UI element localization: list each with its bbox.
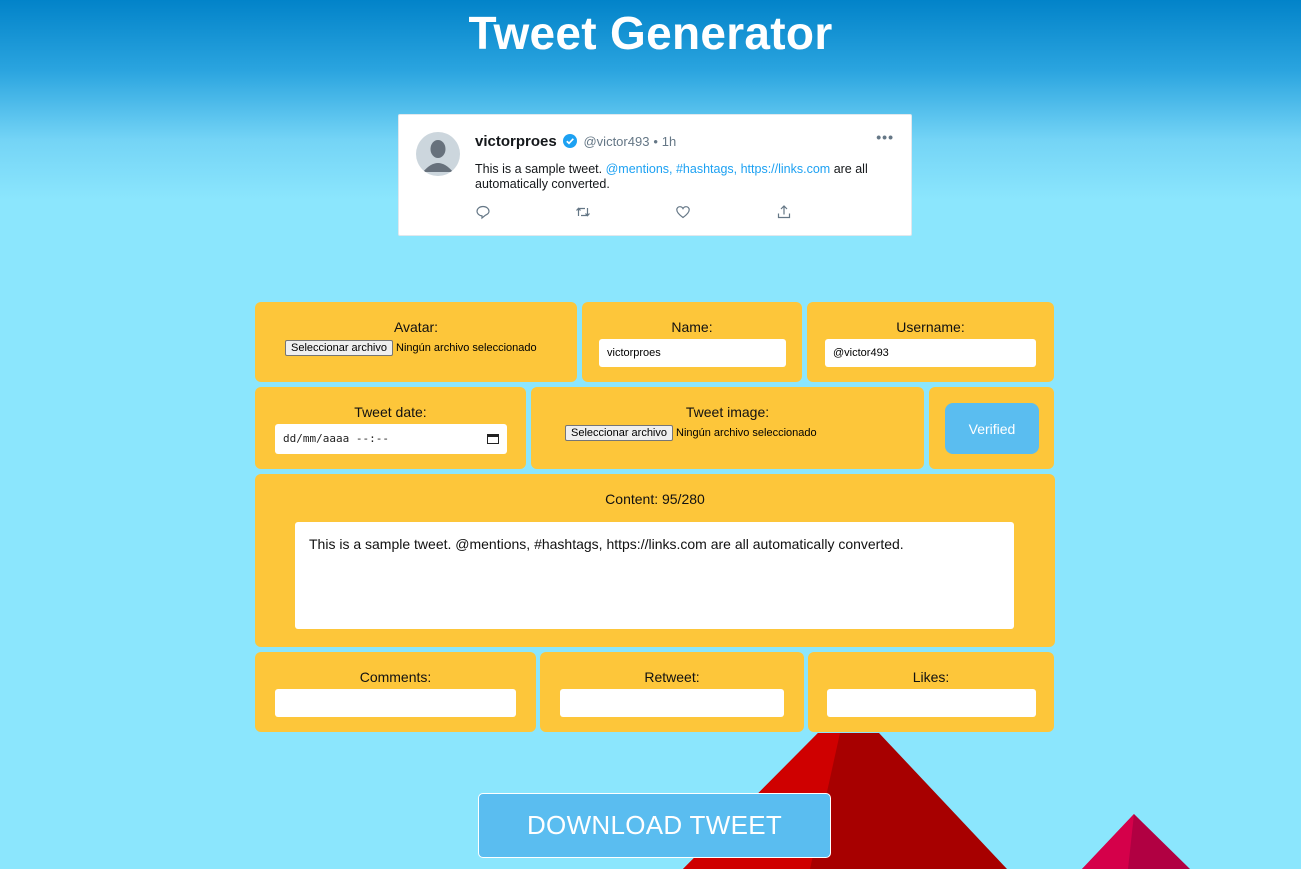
calendar-icon[interactable] <box>487 433 499 444</box>
verified-toggle-button[interactable]: Verified <box>945 403 1039 454</box>
tweet-image-panel: Tweet image: Seleccionar archivo Ningún a… <box>531 387 924 469</box>
default-avatar-icon <box>423 140 453 172</box>
username-label: Username: <box>896 319 965 335</box>
name-panel: Name: <box>582 302 802 382</box>
avatar-label: Avatar: <box>393 319 439 335</box>
reply-icon[interactable] <box>475 204 491 220</box>
tweet-date-panel: Tweet date: dd/mm/aaaa --:-- <box>255 387 526 469</box>
avatar-panel: Avatar: Seleccionar archivo Ningún archiv… <box>255 302 577 382</box>
retweet-label: Retweet: <box>644 669 700 685</box>
tweet-display-name: victorproes <box>475 133 557 150</box>
content-label: Content: 95/280 <box>605 491 705 507</box>
download-tweet-button[interactable]: DOWNLOAD TWEET <box>478 793 831 858</box>
tweet-separator: • <box>653 134 658 149</box>
content-textarea[interactable]: This is a sample tweet. @mentions, #hash… <box>295 522 1014 629</box>
retweet-panel: Retweet: <box>540 652 804 732</box>
tweet-body-text: This is a sample tweet. <box>475 162 606 176</box>
tweet-actions <box>475 204 805 220</box>
tweet-image-file-input[interactable]: Seleccionar archivo Ningún archivo selecc… <box>565 425 817 441</box>
avatar-choose-file-button[interactable]: Seleccionar archivo <box>285 340 393 356</box>
tweet-handle: @victor493 <box>583 134 650 149</box>
like-icon[interactable] <box>675 204 691 220</box>
tweet-date-label: Tweet date: <box>354 404 427 420</box>
tweet-preview-card: victorproes @victor493 • 1h ••• This is … <box>398 114 912 236</box>
avatar-file-input[interactable]: Seleccionar archivo Ningún archivo selecc… <box>285 340 537 356</box>
tweet-body-links[interactable]: @mentions, #hashtags, https://links.com <box>606 162 831 176</box>
retweet-field[interactable] <box>560 689 784 717</box>
avatar-file-status: Ningún archivo seleccionado <box>396 342 537 354</box>
tweet-header: victorproes @victor493 • 1h <box>475 133 676 150</box>
tweet-time: 1h <box>661 134 677 149</box>
page-title: Tweet Generator <box>468 7 833 59</box>
likes-field[interactable] <box>827 689 1036 717</box>
avatar <box>416 132 460 176</box>
comments-field[interactable] <box>275 689 516 717</box>
tweet-body: This is a sample tweet. @mentions, #hash… <box>475 162 875 192</box>
share-icon[interactable] <box>776 204 792 220</box>
name-label: Name: <box>671 319 713 335</box>
username-panel: Username: <box>807 302 1054 382</box>
likes-panel: Likes: <box>808 652 1054 732</box>
tweet-date-placeholder: dd/mm/aaaa --:-- <box>283 432 389 445</box>
more-dots-icon[interactable]: ••• <box>876 129 894 145</box>
comments-label: Comments: <box>359 669 432 685</box>
tweet-image-file-status: Ningún archivo seleccionado <box>676 427 817 439</box>
verified-badge-icon <box>562 134 577 148</box>
name-field[interactable] <box>599 339 786 367</box>
tweet-date-field[interactable]: dd/mm/aaaa --:-- <box>275 424 507 454</box>
retweet-icon[interactable] <box>575 204 591 220</box>
tweet-image-choose-file-button[interactable]: Seleccionar archivo <box>565 425 673 441</box>
username-field[interactable] <box>825 339 1036 367</box>
tweet-image-label: Tweet image: <box>685 404 770 420</box>
likes-label: Likes: <box>912 669 950 685</box>
comments-panel: Comments: <box>255 652 536 732</box>
